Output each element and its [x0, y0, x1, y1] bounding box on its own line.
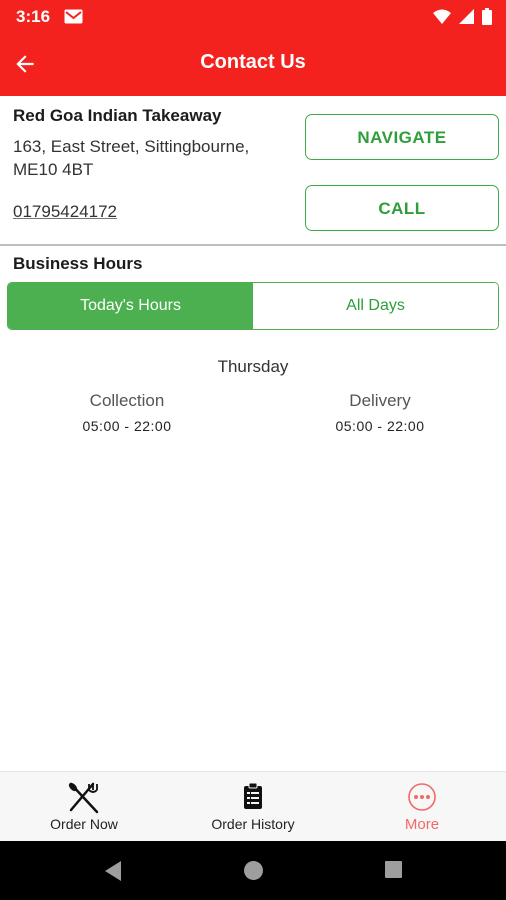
current-day: Thursday — [217, 357, 289, 376]
navigate-button[interactable]: NAVIGATE — [305, 114, 499, 160]
status-time: 3:16 — [16, 7, 51, 26]
collection-time: 05:00 - 22:00 — [82, 418, 172, 434]
collection-label: Collection — [89, 391, 165, 410]
system-back-icon[interactable] — [103, 860, 123, 887]
collection-hours: Collection 05:00 - 22:00 — [27, 391, 227, 434]
business-hours-title: Business Hours — [13, 254, 143, 273]
system-recents-icon[interactable] — [384, 860, 403, 884]
tab-all-days[interactable]: All Days — [253, 283, 498, 329]
address-line-2: ME10 4BT — [13, 160, 94, 179]
signal-icon — [459, 9, 474, 29]
nav-order-now[interactable]: Order Now — [0, 772, 168, 842]
tab-todays-hours[interactable]: Today's Hours — [8, 283, 253, 329]
system-navigation-bar — [0, 841, 506, 900]
clipboard-icon — [169, 782, 337, 810]
nav-more-label: More — [404, 816, 440, 833]
wifi-icon — [433, 9, 451, 29]
system-home-icon[interactable] — [243, 860, 264, 886]
nav-order-history-label: Order History — [211, 816, 295, 832]
delivery-hours: Delivery 05:00 - 22:00 — [280, 391, 480, 434]
nav-order-now-label: Order Now — [50, 816, 118, 832]
gmail-notification-icon — [64, 9, 83, 29]
section-divider — [0, 244, 506, 246]
restaurant-address: 163, East Street, Sittingbourne, ME10 4B… — [13, 135, 293, 181]
address-line-1: 163, East Street, Sittingbourne, — [13, 137, 250, 156]
app-bar: Contact Us — [0, 34, 506, 96]
nav-more[interactable]: More — [338, 772, 506, 842]
more-dots-icon — [338, 782, 506, 812]
status-icons — [433, 8, 492, 30]
battery-icon — [482, 8, 492, 30]
restaurant-name: Red Goa Indian Takeaway — [13, 106, 222, 125]
restaurant-info: Red Goa Indian Takeaway 163, East Street… — [13, 106, 293, 221]
phone-number-link[interactable]: 01795424172 — [13, 202, 117, 222]
hours-tab-switch: Today's Hours All Days — [7, 282, 499, 330]
delivery-label: Delivery — [349, 391, 411, 410]
page-title: Contact Us — [200, 51, 306, 73]
status-bar: 3:16 — [0, 0, 506, 34]
fork-knife-icon — [0, 782, 168, 814]
nav-order-history[interactable]: Order History — [169, 772, 337, 842]
bottom-navigation: Order Now Order History More — [0, 771, 506, 842]
delivery-time: 05:00 - 22:00 — [335, 418, 425, 434]
call-button[interactable]: CALL — [305, 185, 499, 231]
